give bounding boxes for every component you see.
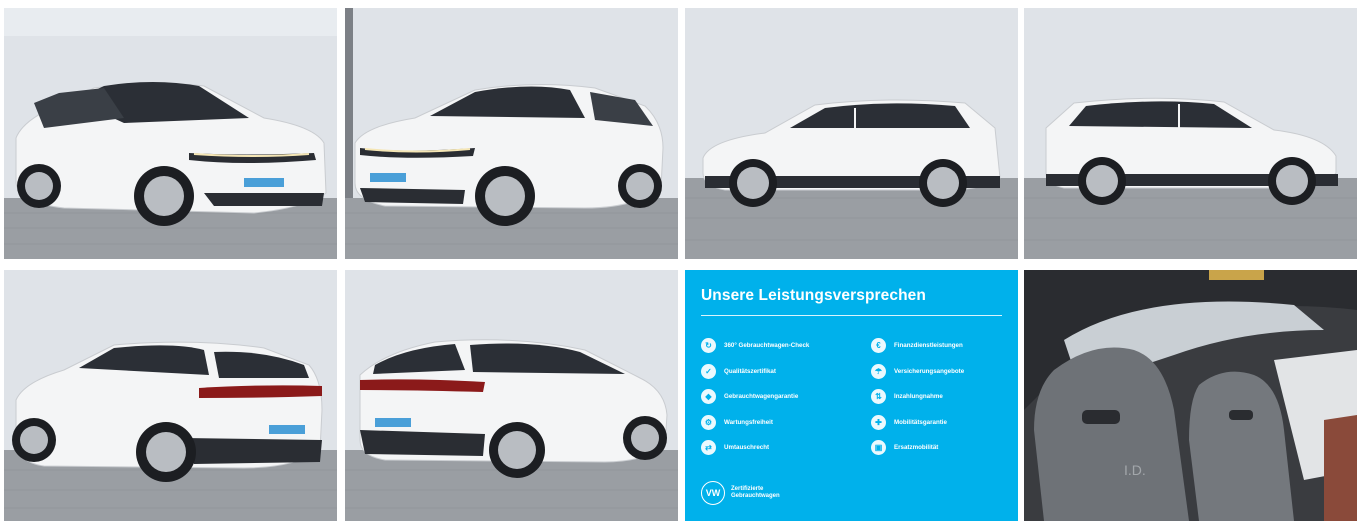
gallery-photo-front-right[interactable] <box>345 8 678 259</box>
gallery-photo-side-left[interactable] <box>685 8 1018 259</box>
svg-text:I.D.: I.D. <box>1124 462 1146 478</box>
promo-item: ✓ Qualitätszertifikat <box>701 359 861 385</box>
car-front-right-photo <box>345 8 678 259</box>
promo-item-label: Finanzdienstleistungen <box>894 342 963 350</box>
promo-item: ⚙ Wartungsfreiheit <box>701 410 861 436</box>
service-promises-card[interactable]: Unsere Leistungsversprechen ↻ 360° Gebra… <box>685 270 1018 521</box>
cert-text: Zertifizierte Gebrauchtwagen <box>731 486 780 500</box>
gallery-photo-front-left[interactable] <box>4 8 337 259</box>
finance-icon: € <box>871 338 886 354</box>
promo-list-left: ↻ 360° Gebrauchtwagen-Check ✓ Qualitätsz… <box>701 333 861 461</box>
promo-item-label: Umtauschrecht <box>724 444 770 452</box>
gallery-photo-rear-left[interactable] <box>4 270 337 521</box>
check-360-icon: ↻ <box>701 338 716 354</box>
promo-item-label: Gebrauchtwagengarantie <box>724 393 799 401</box>
promo-item-label: Mobilitätsgarantie <box>894 418 947 426</box>
cert-line-2: Gebrauchtwagen <box>731 493 780 499</box>
car-front-left-photo <box>4 8 337 259</box>
promo-item-label: Inzahlungnahme <box>894 393 943 401</box>
insurance-icon: ☂ <box>871 363 886 379</box>
car-side-right-photo <box>1024 8 1357 259</box>
gallery-photo-interior[interactable]: I.D. <box>1024 270 1357 521</box>
promo-divider <box>701 315 1002 316</box>
mobility-guarantee-icon: ✚ <box>871 414 886 430</box>
certified-used-cars-badge: VW Zertifizierte Gebrauchtwagen <box>701 481 780 505</box>
gallery-photo-rear-right[interactable] <box>345 270 678 521</box>
promo-item: ▣ Ersatzmobilität <box>871 435 1018 461</box>
car-interior-seats-photo: I.D. <box>1024 270 1357 521</box>
vw-logo-icon: VW <box>701 481 725 505</box>
car-rear-left-photo <box>4 270 337 521</box>
car-rear-right-photo <box>345 270 678 521</box>
replacement-car-icon: ▣ <box>871 440 886 456</box>
promo-item-label: Qualitätszertifikat <box>724 367 776 375</box>
car-side-left-photo <box>685 8 1018 259</box>
promo-item-label: 360° Gebrauchtwagen-Check <box>724 342 810 350</box>
shield-icon: ◆ <box>701 389 716 405</box>
promo-item: ⇅ Inzahlungnahme <box>871 384 1018 410</box>
wrench-icon: ⚙ <box>701 414 716 430</box>
promo-item: € Finanzdienstleistungen <box>871 333 1018 359</box>
promo-item-label: Wartungsfreiheit <box>724 418 773 426</box>
promo-item: ◆ Gebrauchtwagengarantie <box>701 384 861 410</box>
trade-in-icon: ⇅ <box>871 389 886 405</box>
promo-item: ↻ 360° Gebrauchtwagen-Check <box>701 333 861 359</box>
promo-item: ✚ Mobilitätsgarantie <box>871 410 1018 436</box>
promo-list-right: € Finanzdienstleistungen ☂ Versicherungs… <box>871 333 1018 461</box>
promo-item-label: Ersatzmobilität <box>894 444 939 452</box>
exchange-icon: ⇄ <box>701 440 716 456</box>
promo-item: ⇄ Umtauschrecht <box>701 435 861 461</box>
gallery-photo-side-right[interactable] <box>1024 8 1357 259</box>
certificate-icon: ✓ <box>701 363 716 379</box>
promo-item-label: Versicherungsangebote <box>894 367 965 375</box>
photo-gallery: Unsere Leistungsversprechen ↻ 360° Gebra… <box>0 0 1365 521</box>
cert-line-1: Zertifizierte <box>731 486 764 492</box>
promo-item: ☂ Versicherungsangebote <box>871 359 1018 385</box>
promo-title: Unsere Leistungsversprechen <box>701 287 926 304</box>
